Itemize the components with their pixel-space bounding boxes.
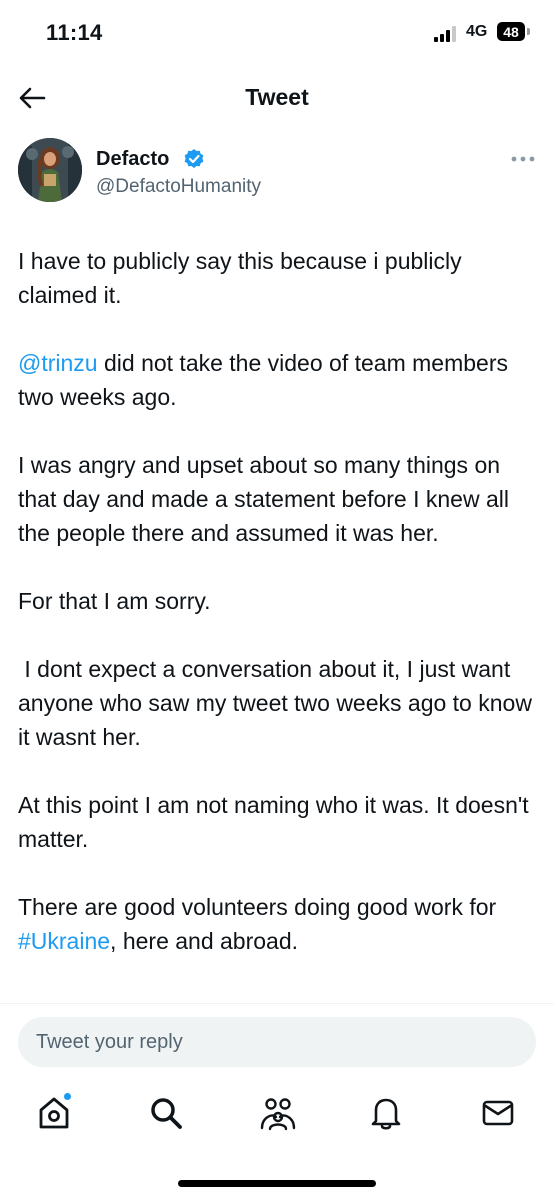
nav-home[interactable] [32,1091,76,1135]
nav-messages[interactable] [476,1091,520,1135]
tweet-paragraph: At this point I am not naming who it was… [18,792,529,852]
status-bar: 11:14 4G 48 [0,0,554,66]
nav-notifications[interactable] [364,1091,408,1135]
tweet-paragraph: @trinzu did not take the video of team m… [18,346,538,414]
communities-icon [260,1098,296,1131]
more-dots-icon [511,156,535,162]
tweet-paragraph: I was angry and upset about so many thin… [18,452,509,546]
top-header: Tweet [0,66,554,130]
hashtag-link[interactable]: #Ukraine [18,928,110,954]
reply-input[interactable] [18,1017,536,1067]
tweet-text-segment: There are good volunteers doing good wor… [18,894,497,920]
avatar[interactable] [18,138,82,202]
battery-level: 48 [497,22,525,41]
home-indicator [178,1180,376,1187]
more-options-button[interactable] [508,152,538,164]
bottom-nav [0,1077,554,1200]
page-title: Tweet [245,84,309,110]
mail-icon [482,1100,514,1126]
tweet-paragraph: I have to publicly say this because i pu… [18,248,462,308]
cellular-signal-icon [434,26,458,42]
network-type: 4G [466,23,488,40]
tweet-text-segment: , here and abroad. [110,928,299,954]
author-name[interactable]: Defacto [96,148,169,171]
verified-badge-icon [184,149,204,168]
notification-dot [64,1093,71,1100]
bell-icon [371,1098,401,1130]
reply-bar [0,1003,554,1078]
author-handle[interactable]: @DefactoHumanity [96,176,261,198]
tweet-paragraph: There are good volunteers doing good wor… [18,890,538,958]
search-icon [151,1098,182,1129]
mention-link[interactable]: @trinzu [18,350,98,376]
tweet-author: Defacto @DefactoHumanity [0,138,554,214]
tweet-text: I have to publicly say this because i pu… [18,244,538,992]
battery-icon: 48 [497,22,531,41]
nav-communities[interactable] [256,1091,300,1135]
home-icon [39,1097,69,1129]
status-time: 11:14 [46,20,103,45]
tweet-paragraph: For that I am sorry. [18,588,211,614]
tweet-paragraph: I dont expect a conversation about it, I… [18,656,539,750]
nav-search[interactable] [144,1091,188,1135]
